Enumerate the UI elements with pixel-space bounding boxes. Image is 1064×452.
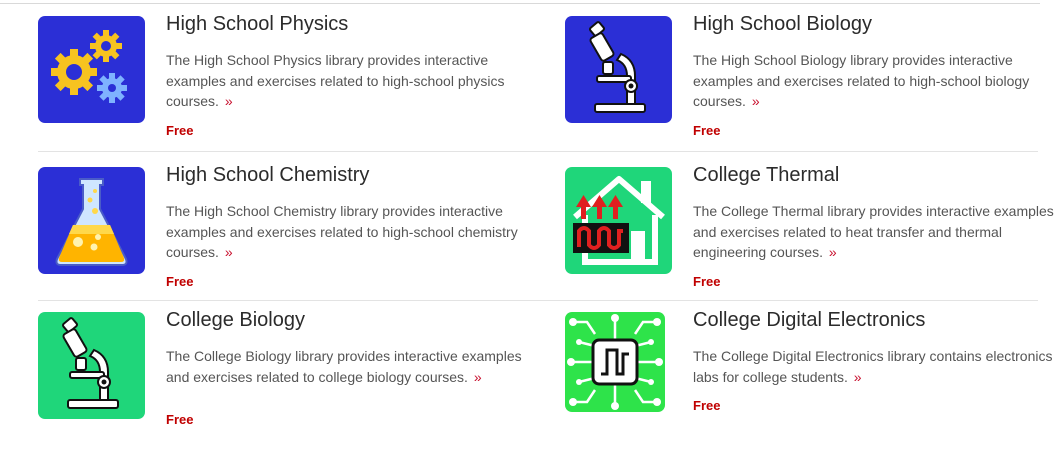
gears-icon[interactable] bbox=[38, 16, 145, 123]
read-more-link[interactable]: » bbox=[474, 369, 482, 385]
course-description: The College Digital Electronics library … bbox=[693, 346, 1064, 387]
price-label: Free bbox=[166, 123, 194, 138]
course-description: The High School Biology library provides… bbox=[693, 50, 1064, 112]
circuit-chip-icon[interactable] bbox=[565, 312, 665, 412]
course-title[interactable]: High School Biology bbox=[693, 13, 872, 36]
course-card-hs-physics: High School Physics The High School Phys… bbox=[38, 13, 538, 156]
microscope-icon[interactable] bbox=[565, 16, 672, 123]
top-divider bbox=[0, 3, 1040, 4]
course-card-college-biology: College Biology The College Biology libr… bbox=[38, 309, 538, 452]
course-card-college-thermal: College Thermal The College Thermal libr… bbox=[565, 164, 1064, 307]
microscope-icon[interactable] bbox=[38, 312, 145, 419]
course-description: The High School Physics library provides… bbox=[166, 50, 538, 112]
course-description: The College Biology library provides int… bbox=[166, 346, 538, 387]
read-more-link[interactable]: » bbox=[829, 244, 837, 260]
description-text: The High School Physics library provides… bbox=[166, 52, 505, 109]
price-label: Free bbox=[693, 274, 721, 289]
read-more-link[interactable]: » bbox=[854, 369, 862, 385]
price-label: Free bbox=[693, 123, 721, 138]
course-description: The College Thermal library provides int… bbox=[693, 201, 1064, 263]
read-more-link[interactable]: » bbox=[225, 244, 233, 260]
course-title[interactable]: College Thermal bbox=[693, 164, 839, 187]
course-title[interactable]: High School Physics bbox=[166, 13, 348, 36]
description-text: The High School Biology library provides… bbox=[693, 52, 1030, 109]
course-card-hs-biology: High School Biology The High School Biol… bbox=[565, 13, 1064, 156]
description-text: The College Digital Electronics library … bbox=[693, 348, 1053, 385]
price-label: Free bbox=[166, 274, 194, 289]
description-text: The High School Chemistry library provid… bbox=[166, 203, 518, 260]
description-text: The College Thermal library provides int… bbox=[693, 203, 1054, 260]
heated-house-icon[interactable] bbox=[565, 167, 672, 274]
flask-icon[interactable] bbox=[38, 167, 145, 274]
description-text: The College Biology library provides int… bbox=[166, 348, 522, 385]
course-card-hs-chemistry: High School Chemistry The High School Ch… bbox=[38, 164, 538, 307]
course-description: The High School Chemistry library provid… bbox=[166, 201, 538, 263]
course-title[interactable]: High School Chemistry bbox=[166, 164, 369, 187]
course-title[interactable]: College Digital Electronics bbox=[693, 309, 925, 332]
course-card-college-digital-electronics: College Digital Electronics The College … bbox=[565, 309, 1064, 452]
read-more-link[interactable]: » bbox=[225, 93, 233, 109]
price-label: Free bbox=[693, 398, 721, 413]
course-title[interactable]: College Biology bbox=[166, 309, 305, 332]
read-more-link[interactable]: » bbox=[752, 93, 760, 109]
